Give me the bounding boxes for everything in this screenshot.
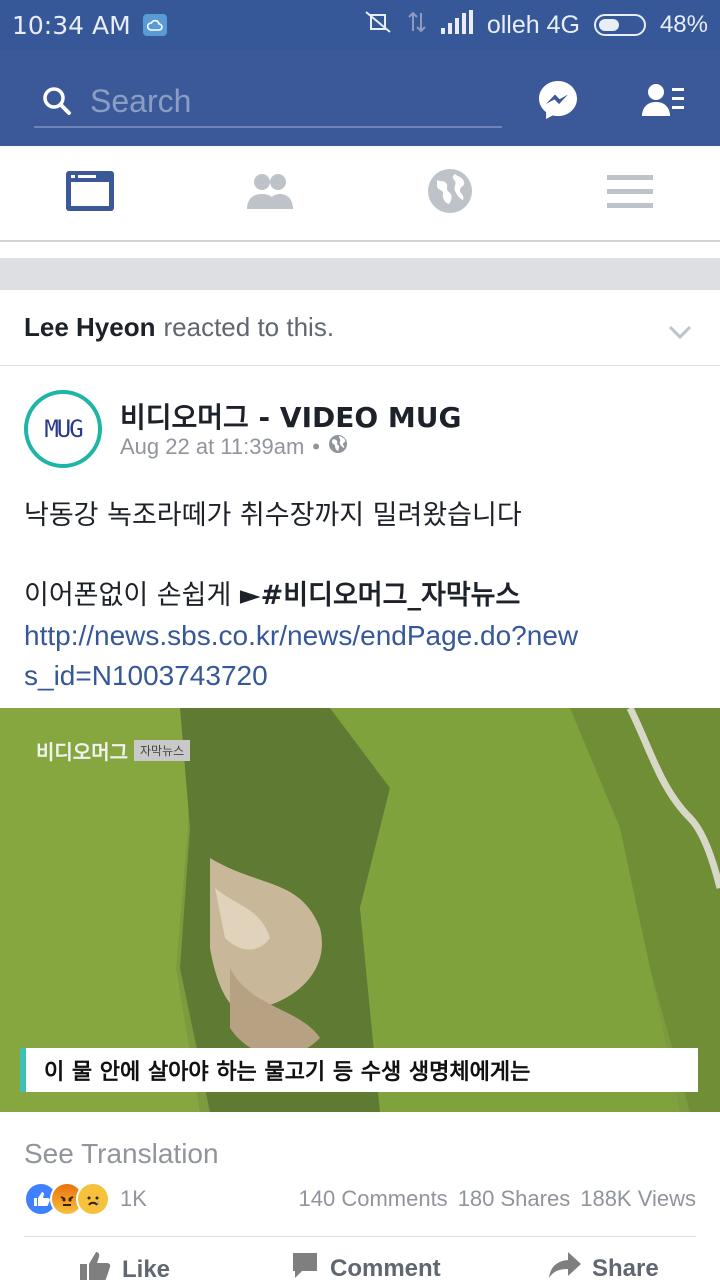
cloud-notification-icon — [142, 14, 167, 36]
mute-vibrate-icon — [363, 9, 393, 42]
search-input[interactable] — [90, 82, 490, 120]
status-time: 10:34 AM — [12, 10, 131, 40]
story-header: Lee Hyeon reacted to this. — [0, 290, 720, 366]
watermark-brand: 비디오머그 — [36, 740, 128, 764]
like-button[interactable]: Like — [78, 1250, 170, 1280]
search-bar[interactable] — [34, 76, 502, 128]
post-timestamp[interactable]: Aug 22 at 11:39am — [120, 434, 304, 460]
thumbs-up-icon — [78, 1250, 112, 1280]
post-line-2-prefix: 이어폰없이 손쉽게 ► — [24, 580, 261, 611]
post-body: 낙동강 녹조라떼가 취수장까지 밀려왔습니다 이어폰없이 손쉽게 ►#비디오머그… — [24, 496, 704, 696]
reaction-count: 1K — [120, 1186, 147, 1211]
share-count[interactable]: 180 Shares — [458, 1186, 571, 1212]
comment-bubble-icon — [290, 1250, 320, 1280]
video-watermark: 비디오머그 자막뉴스 — [36, 736, 191, 765]
messenger-icon[interactable] — [536, 78, 580, 122]
post-meta: Aug 22 at 11:39am • — [120, 434, 348, 460]
share-label: Share — [592, 1254, 659, 1280]
avatar[interactable]: MUG — [24, 390, 102, 468]
reaction-summary[interactable]: 1K — [24, 1182, 147, 1216]
post-url-link[interactable]: http://news.sbs.co.kr/news/endPage.do?ne… — [24, 616, 584, 696]
friends-icon — [245, 171, 295, 216]
sad-reaction-icon — [76, 1182, 110, 1216]
page-name[interactable]: 비디오머그 - VIDEO MUG — [120, 396, 462, 436]
meta-separator: • — [312, 434, 320, 459]
share-arrow-icon — [548, 1250, 582, 1280]
search-icon[interactable] — [42, 86, 72, 116]
watermark-tag: 자막뉴스 — [134, 740, 191, 761]
data-transfer-icon — [407, 9, 427, 42]
status-bar: 10:34 AM olleh 4G 48% — [0, 0, 720, 50]
view-count: 188K Views — [580, 1186, 696, 1211]
comment-count[interactable]: 140 Comments — [299, 1186, 448, 1212]
avatar-logo-text: MUG — [44, 415, 83, 443]
reactor-name[interactable]: Lee Hyeon — [24, 312, 156, 343]
post-line-2: 이어폰없이 손쉽게 ►#비디오머그_자막뉴스 — [24, 576, 704, 616]
signal-icon — [440, 9, 473, 41]
comment-label: Comment — [330, 1254, 441, 1280]
app-header — [0, 50, 720, 146]
post-line-1: 낙동강 녹조라떼가 취수장까지 밀려왔습니다 — [24, 500, 522, 531]
see-translation-link[interactable]: See Translation — [24, 1138, 219, 1170]
tab-menu[interactable] — [540, 146, 720, 240]
hashtag-link[interactable]: #비디오머그_자막뉴스 — [261, 580, 521, 611]
menu-icon — [607, 173, 653, 214]
like-label: Like — [122, 1255, 171, 1280]
tab-bar — [0, 146, 720, 242]
feed-separator — [0, 258, 720, 290]
news-feed-icon — [65, 170, 115, 217]
video-subtitle: 이 물 안에 살아야 하는 물고기 등 수생 생명체에게는 — [20, 1048, 698, 1092]
battery-icon — [593, 14, 646, 36]
post-header: MUG 비디오머그 - VIDEO MUG Aug 22 at 11:39am … — [24, 388, 704, 472]
post-stats: 140 Comments 180 Shares 188K Views — [299, 1186, 697, 1212]
tab-notifications[interactable] — [360, 146, 540, 240]
battery-percent: 48% — [659, 11, 708, 38]
tab-news-feed[interactable] — [0, 146, 180, 240]
post-actions: Like Comment Share — [0, 1244, 720, 1280]
public-globe-icon — [328, 434, 348, 460]
tab-friends[interactable] — [180, 146, 360, 240]
carrier-label: olleh 4G — [486, 10, 580, 39]
comment-button[interactable]: Comment — [290, 1250, 441, 1280]
share-button[interactable]: Share — [548, 1250, 659, 1280]
chevron-down-icon[interactable] — [668, 316, 692, 347]
reaction-text: reacted to this. — [163, 312, 335, 342]
actions-divider — [24, 1236, 696, 1237]
globe-icon — [427, 168, 473, 219]
friend-requests-icon[interactable] — [642, 78, 686, 122]
